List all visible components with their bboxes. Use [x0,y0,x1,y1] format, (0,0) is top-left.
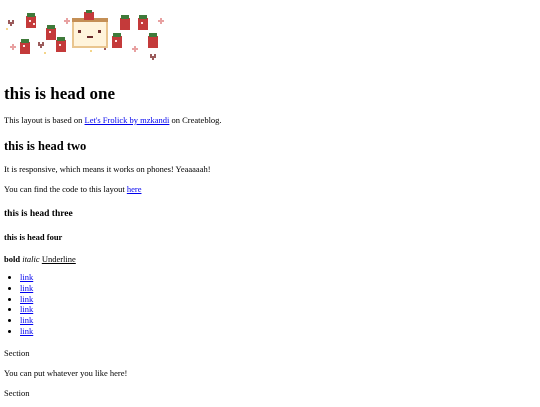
heading-four: this is head four [4,232,63,242]
heading-three: this is head three [4,209,73,219]
strawberry-banner [0,0,175,70]
code-text: You can find the code to this layout [4,184,127,194]
link-list: link link link link link link [4,272,534,337]
list-link[interactable]: link [20,294,33,304]
section-title: Section [4,347,30,358]
list-link[interactable]: link [20,304,33,314]
strawberry-pixel-art-icon [6,10,164,60]
code-here-link[interactable]: here [127,184,142,194]
list-item: link [20,304,534,315]
list-item: link [20,283,534,294]
intro-text: This layout is based on [4,115,85,125]
heading-one: this is head one [4,84,115,103]
underline-text: Underline [41,254,76,264]
list-item: link [20,272,534,283]
heading-two: this is head two [4,139,87,153]
code-paragraph: You can find the code to this layout her… [4,183,534,195]
list-link[interactable]: link [20,272,33,282]
responsive-paragraph: It is responsive, which means it works o… [4,164,211,174]
section-body: You can put whatever you like here! [4,367,128,378]
italic-text: italic [22,254,40,264]
intro-paragraph: This layout is based on Let's Frolick by… [4,114,534,126]
bold-text: bold [4,254,21,264]
list-link[interactable]: link [20,326,33,336]
list-item: link [20,294,534,305]
list-link[interactable]: link [20,283,33,293]
frolick-credit-link[interactable]: Let's Frolick by mzkandi [85,115,170,125]
formatting-examples: bold italic Underline [4,253,534,265]
list-item: link [20,326,534,337]
section-title: Section [4,387,30,398]
main-content: this is head one This layout is based on… [4,82,534,407]
list-item: link [20,315,534,326]
list-link[interactable]: link [20,315,33,325]
intro-text-end: on Createblog. [169,115,222,125]
